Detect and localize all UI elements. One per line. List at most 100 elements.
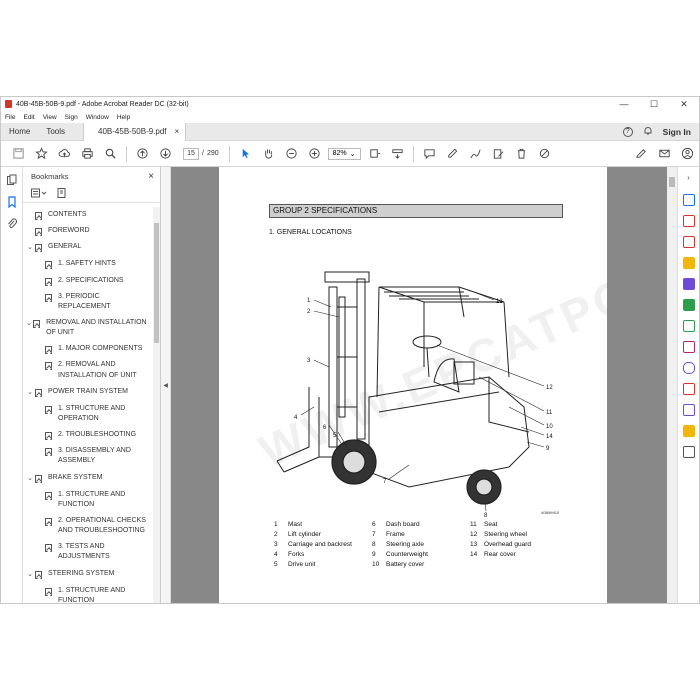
bookmark-item[interactable]: ⌄ POWER TRAIN SYSTEM	[23, 384, 152, 401]
share-sign-icon[interactable]	[630, 144, 653, 164]
tab-home[interactable]: Home	[1, 127, 38, 136]
bookmark-item[interactable]: ⌄ STEERING SYSTEM	[23, 566, 152, 583]
menu-view[interactable]: View	[43, 114, 57, 121]
bookmarks-scrollbar-thumb[interactable]	[154, 223, 159, 343]
document-scrollbar[interactable]	[667, 167, 677, 603]
new-bookmark-icon[interactable]	[57, 187, 67, 200]
combine-files-icon[interactable]	[682, 278, 695, 290]
legend-text: Battery cover	[386, 561, 425, 568]
account-icon[interactable]	[676, 144, 699, 164]
close-panel-button[interactable]: ×	[148, 171, 154, 182]
hand-tool-icon[interactable]	[257, 144, 280, 164]
scan-ocr-icon[interactable]	[682, 425, 695, 437]
main-toolbar: 15 / 290 82% ⌄	[1, 141, 699, 167]
bookmark-item[interactable]: ⌄ GENERAL	[23, 239, 152, 256]
page-thumbnails-icon[interactable]	[6, 173, 18, 185]
fill-sign-icon[interactable]	[487, 144, 510, 164]
page-separator: /	[202, 150, 204, 157]
bookmarks-scrollbar[interactable]	[153, 207, 160, 603]
menu-edit[interactable]: Edit	[23, 114, 34, 121]
email-icon[interactable]	[653, 144, 676, 164]
previous-page-icon[interactable]	[131, 144, 154, 164]
close-tab-button[interactable]: ×	[175, 127, 180, 136]
cloud-upload-icon[interactable]	[53, 144, 76, 164]
bookmark-tree: CONTENTS FOREWORD ⌄ GENERAL 1. SAFETY HINTS 2…	[23, 207, 152, 603]
bookmark-item[interactable]: 2. OPERATIONAL CHECKS AND TROUBLESHOOTIN…	[23, 513, 152, 539]
chevron-down-icon[interactable]: ⌄	[25, 569, 35, 580]
chevron-down-icon[interactable]: ⌄	[25, 473, 35, 484]
callout-14: 14	[546, 434, 553, 440]
sign-in-button[interactable]: Sign In	[663, 127, 691, 137]
callout-7: 7	[383, 479, 387, 485]
bookmark-item[interactable]: 2. REMOVAL AND INSTALLATION OF UNIT	[23, 357, 152, 383]
protect-icon[interactable]	[682, 362, 695, 374]
maximize-button[interactable]: ☐	[639, 99, 669, 110]
chevron-down-icon[interactable]: ⌄	[25, 318, 33, 329]
collapse-panel-handle[interactable]: ◀	[161, 167, 171, 603]
chevron-down-icon[interactable]: ⌄	[25, 242, 35, 253]
expand-rail-icon[interactable]: ›	[683, 173, 695, 185]
send-for-signature-icon[interactable]	[682, 383, 695, 395]
tab-document[interactable]: 40B-45B-50B-9.pdf ×	[83, 122, 187, 141]
bell-icon[interactable]	[643, 126, 653, 138]
organize-pages-icon[interactable]	[682, 299, 695, 311]
bookmark-item[interactable]: 1. SAFETY HINTS	[23, 256, 152, 272]
menu-sign[interactable]: Sign	[65, 114, 78, 121]
bookmark-item[interactable]: FOREWORD	[23, 223, 152, 239]
fit-page-icon[interactable]	[363, 144, 386, 164]
create-pdf-icon[interactable]	[682, 215, 695, 227]
chevron-down-icon[interactable]: ⌄	[25, 387, 35, 398]
close-window-button[interactable]: ✕	[669, 99, 699, 110]
bookmark-item[interactable]: 1. STRUCTURE AND FUNCTION	[23, 583, 152, 603]
bookmark-label: 2. OPERATIONAL CHECKS AND TROUBLESHOOTIN…	[58, 516, 146, 535]
bookmark-icon	[33, 319, 41, 328]
help-icon[interactable]: ?	[622, 126, 633, 137]
edit-pdf-icon[interactable]	[682, 236, 695, 248]
menu-help[interactable]: Help	[117, 114, 130, 121]
scroll-mode-icon[interactable]	[386, 144, 409, 164]
search-icon[interactable]	[99, 144, 122, 164]
select-cursor-icon[interactable]	[234, 144, 257, 164]
bookmark-item[interactable]: 1. STRUCTURE AND FUNCTION	[23, 487, 152, 513]
delete-icon[interactable]	[510, 144, 533, 164]
bookmark-icon	[35, 228, 42, 237]
attachment-icon[interactable]	[6, 217, 18, 229]
comment-tool-icon[interactable]	[682, 257, 695, 269]
bookmark-item[interactable]: ⌄ BRAKE SYSTEM	[23, 470, 152, 487]
draw-icon[interactable]	[464, 144, 487, 164]
zoom-level-select[interactable]: 82% ⌄	[327, 147, 361, 160]
bookmark-icon[interactable]	[6, 195, 18, 209]
comment-icon[interactable]	[418, 144, 441, 164]
bookmark-item[interactable]: 2. TROUBLESHOOTING	[23, 427, 152, 443]
highlight-pen-icon[interactable]	[441, 144, 464, 164]
bookmark-item[interactable]: 1. STRUCTURE AND OPERATION	[23, 401, 152, 427]
compress-pdf-icon[interactable]	[682, 320, 695, 332]
more-tools-icon[interactable]	[682, 446, 695, 458]
fill-sign-tool-icon[interactable]	[682, 341, 695, 353]
bookmark-icon	[45, 432, 52, 441]
minimize-button[interactable]: —	[609, 99, 639, 110]
current-page-input[interactable]: 15	[183, 147, 199, 160]
redact-tool-icon[interactable]	[682, 404, 695, 416]
bookmark-options-icon[interactable]	[31, 188, 47, 200]
bookmark-item[interactable]: 3. DISASSEMBLY AND ASSEMBLY	[23, 443, 152, 469]
bookmark-item[interactable]: ⌄ REMOVAL AND INSTALLATION OF UNIT	[23, 315, 152, 341]
bookmark-item[interactable]: 2. SPECIFICATIONS	[23, 273, 152, 289]
save-icon[interactable]	[7, 144, 30, 164]
star-icon[interactable]	[30, 144, 53, 164]
print-icon[interactable]	[76, 144, 99, 164]
export-pdf-icon[interactable]	[682, 194, 695, 206]
next-page-icon[interactable]	[154, 144, 177, 164]
menu-file[interactable]: File	[5, 114, 15, 121]
bookmark-item[interactable]: 3. TESTS AND ADJUSTMENTS	[23, 539, 152, 565]
menu-window[interactable]: Window	[86, 114, 109, 121]
bookmark-item[interactable]: CONTENTS	[23, 207, 152, 223]
bookmark-item[interactable]: 3. PERIODIC REPLACEMENT	[23, 289, 152, 315]
document-scrollbar-thumb[interactable]	[669, 177, 675, 187]
zoom-in-icon[interactable]	[303, 144, 326, 164]
legend-number: 7	[372, 531, 376, 538]
redact-icon[interactable]	[533, 144, 556, 164]
tab-tools[interactable]: Tools	[38, 127, 73, 136]
zoom-out-icon[interactable]	[280, 144, 303, 164]
bookmark-item[interactable]: 1. MAJOR COMPONENTS	[23, 341, 152, 357]
